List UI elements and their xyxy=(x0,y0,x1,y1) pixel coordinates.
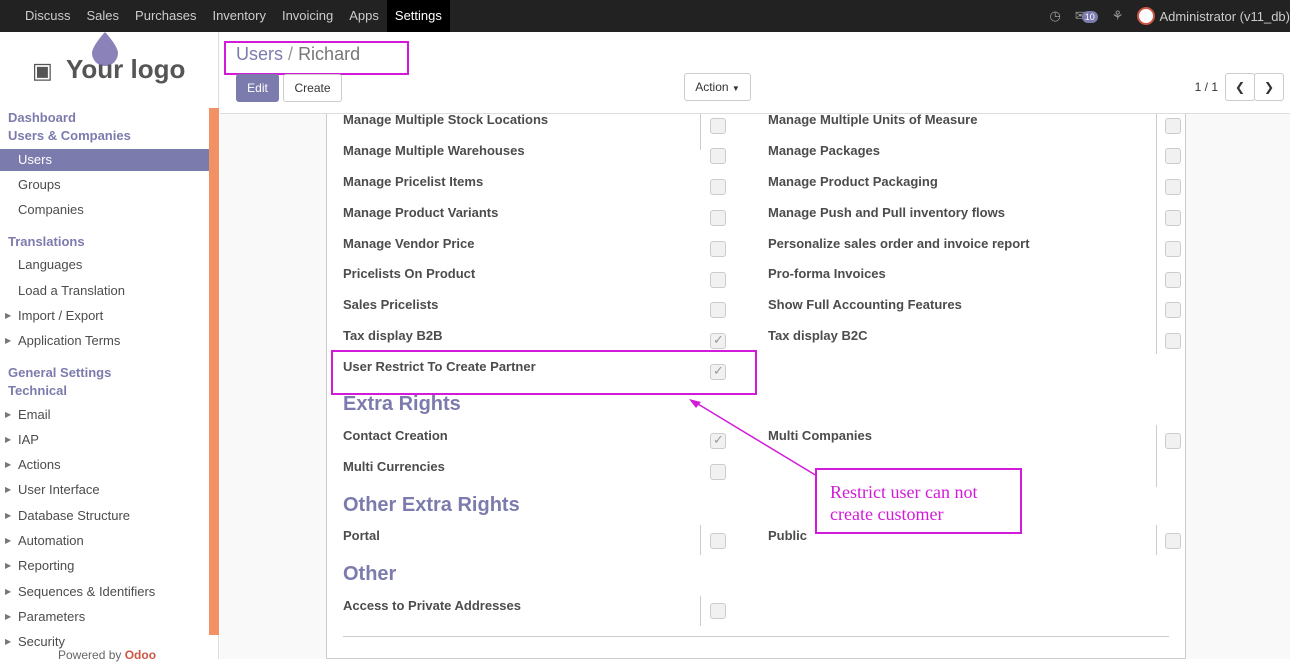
avatar xyxy=(1137,7,1156,25)
powered-brand-link[interactable]: Odoo xyxy=(125,648,156,662)
caret-right-icon: ▶ xyxy=(5,336,12,345)
caret-down-icon: ▼ xyxy=(731,84,740,93)
company-logo[interactable]: ▣ Your logo xyxy=(20,32,210,107)
bug-icon[interactable]: ⚘ xyxy=(1112,8,1124,24)
sidebar-item-label: Application Terms xyxy=(18,333,121,348)
sidebar-item-load-translation[interactable]: Load a Translation xyxy=(0,280,209,302)
sidebar-item-user-interface[interactable]: ▶ User Interface xyxy=(0,479,209,501)
menu-apps[interactable]: Apps xyxy=(341,0,387,32)
caret-right-icon: ▶ xyxy=(5,637,12,646)
caret-right-icon: ▶ xyxy=(5,536,12,545)
caret-right-icon: ▶ xyxy=(5,410,12,419)
menu-invoicing[interactable]: Invoicing xyxy=(274,0,341,32)
sidebar-item-label: Email xyxy=(18,407,51,422)
caret-right-icon: ▶ xyxy=(5,435,12,444)
powered-by: Powered by Odoo xyxy=(58,648,156,662)
sidebar-item-label: Actions xyxy=(18,457,61,472)
sidebar-item-actions[interactable]: ▶ Actions xyxy=(0,454,209,476)
action-label: Action xyxy=(695,80,729,94)
form-view: Manage Multiple Stock Locations Manage M… xyxy=(220,112,1290,659)
sidebar-item-label: User Interface xyxy=(18,482,100,497)
camera-icon: ▣ xyxy=(32,58,53,83)
sidebar-head-translations[interactable]: Translations xyxy=(8,234,85,249)
sidebar-head-technical[interactable]: Technical xyxy=(8,383,67,398)
sidebar-item-users[interactable]: Users xyxy=(0,149,209,171)
message-count-badge: 10 xyxy=(1081,11,1098,23)
sidebar-item-label: IAP xyxy=(18,432,39,447)
sidebar-item-sequences[interactable]: ▶ Sequences & Identifiers xyxy=(0,581,209,603)
sidebar-item-label: Security xyxy=(18,634,65,649)
sidebar-head-general-settings[interactable]: General Settings xyxy=(8,365,111,380)
sidebar-item-label: Database Structure xyxy=(18,508,131,523)
create-button[interactable]: Create xyxy=(283,74,342,102)
sidebar-item-database-structure[interactable]: ▶ Database Structure xyxy=(0,505,209,527)
sidebar-item-label: Reporting xyxy=(18,558,75,573)
sidebar-item-label: Import / Export xyxy=(18,308,104,323)
sidebar-item-groups[interactable]: Groups xyxy=(0,174,209,196)
main-menu: Discuss Sales Purchases Inventory Invoic… xyxy=(17,0,450,32)
sidebar-item-email[interactable]: ▶ Email xyxy=(0,404,209,426)
menu-discuss[interactable]: Discuss xyxy=(17,0,79,32)
pager-next-button[interactable]: ❯ xyxy=(1254,73,1284,101)
caret-right-icon: ▶ xyxy=(5,311,12,320)
caret-right-icon: ▶ xyxy=(5,612,12,621)
caret-right-icon: ▶ xyxy=(5,460,12,469)
sidebar-item-label: Sequences & Identifiers xyxy=(18,584,156,599)
menu-settings[interactable]: Settings xyxy=(386,0,450,32)
chevron-right-icon: ❯ xyxy=(1263,80,1275,94)
user-menu[interactable]: Administrator (v11_db) xyxy=(1137,7,1290,25)
sidebar: ▣ Your logo Dashboard Users & Companies … xyxy=(0,32,219,662)
action-dropdown[interactable]: Action ▼ xyxy=(684,73,751,101)
chevron-left-icon: ❮ xyxy=(1234,80,1246,94)
annotation-note-line-2: create customer xyxy=(830,504,944,524)
caret-right-icon: ▶ xyxy=(5,485,12,494)
sidebar-item-companies[interactable]: Companies xyxy=(0,199,209,221)
logo-text: Your logo xyxy=(66,54,186,84)
pager-previous-button[interactable]: ❮ xyxy=(1225,73,1255,101)
sidebar-item-automation[interactable]: ▶ Automation xyxy=(0,530,209,552)
top-navbar: Discuss Sales Purchases Inventory Invoic… xyxy=(0,0,1290,32)
sidebar-scroll-accent xyxy=(209,108,219,635)
powered-prefix: Powered by xyxy=(58,648,122,662)
annotation-arrow-icon xyxy=(689,399,818,477)
user-name: Administrator (v11_db) xyxy=(1159,8,1290,24)
control-panel: Users / Richard Edit Create Action ▼ 1 /… xyxy=(220,32,1290,114)
sidebar-item-import-export[interactable]: ▶ Import / Export xyxy=(0,305,209,327)
sidebar-item-languages[interactable]: Languages xyxy=(0,254,209,276)
caret-right-icon: ▶ xyxy=(5,587,12,596)
sidebar-item-application-terms[interactable]: ▶ Application Terms xyxy=(0,330,209,352)
menu-purchases[interactable]: Purchases xyxy=(127,0,204,32)
sidebar-item-label: Parameters xyxy=(18,609,86,624)
caret-right-icon: ▶ xyxy=(5,511,12,520)
messages-icon[interactable]: ✉10 xyxy=(1075,8,1098,24)
menu-sales[interactable]: Sales xyxy=(79,0,128,32)
sidebar-item-label: Automation xyxy=(18,533,84,548)
systray: ◷ ✉10 ⚘ Administrator (v11_db) xyxy=(1050,0,1290,32)
breadcrumb-highlight-box xyxy=(224,41,409,75)
clock-icon[interactable]: ◷ xyxy=(1050,8,1061,24)
sidebar-head-dashboard[interactable]: Dashboard xyxy=(8,110,76,125)
annotation-note-line-1: Restrict user can not xyxy=(830,482,978,502)
form-sheet: Manage Multiple Stock Locations Manage M… xyxy=(326,112,1186,659)
menu-inventory[interactable]: Inventory xyxy=(204,0,273,32)
edit-button[interactable]: Edit xyxy=(236,74,279,102)
caret-right-icon: ▶ xyxy=(5,561,12,570)
sidebar-head-users-companies[interactable]: Users & Companies xyxy=(8,128,131,143)
pager-value[interactable]: 1 / 1 xyxy=(1195,80,1218,94)
sidebar-item-reporting[interactable]: ▶ Reporting xyxy=(0,555,209,577)
sidebar-item-iap[interactable]: ▶ IAP xyxy=(0,429,209,451)
annotation-note: Restrict user can not create customer xyxy=(815,468,1022,534)
sidebar-item-parameters[interactable]: ▶ Parameters xyxy=(0,606,209,628)
